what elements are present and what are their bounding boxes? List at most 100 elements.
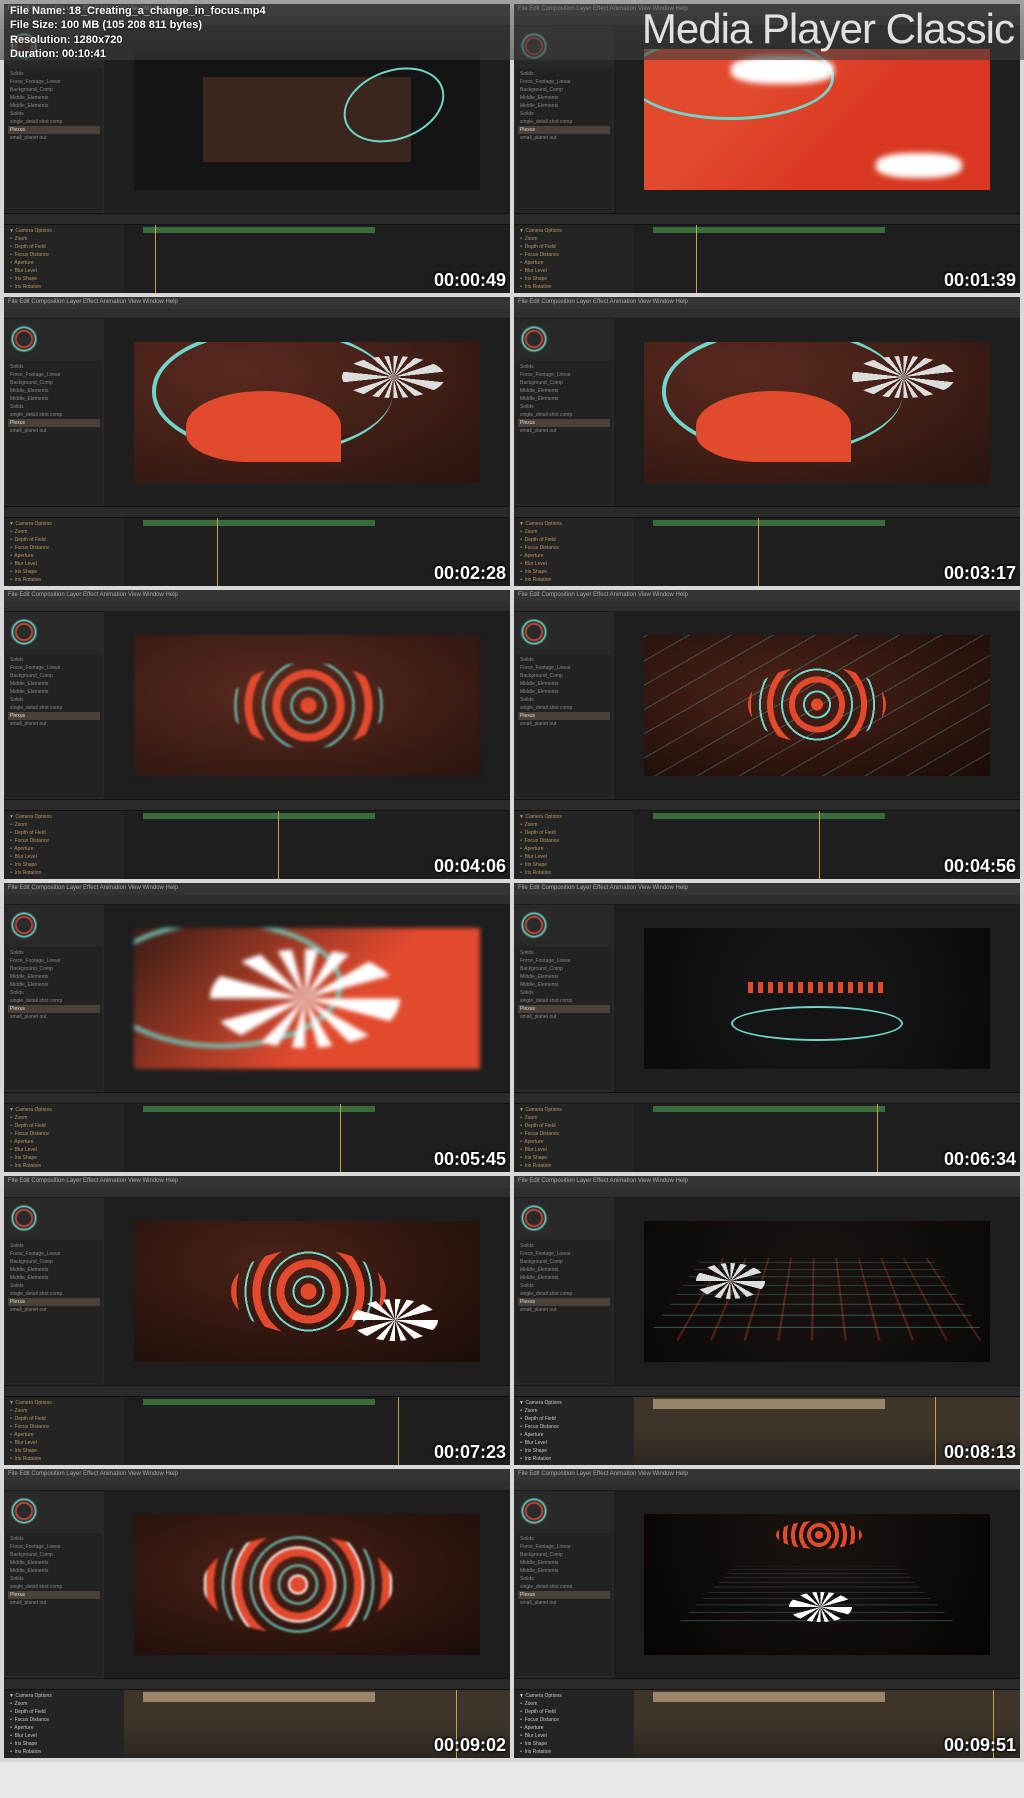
timeline-header[interactable] — [4, 800, 510, 811]
project-panel-item[interactable]: Middle_Elements — [8, 1567, 100, 1575]
project-panel-item[interactable]: single_detail shot comp — [518, 1583, 610, 1591]
project-panel-item[interactable]: single_detail shot comp — [8, 997, 100, 1005]
ae-menubar[interactable]: File Edit Composition Layer Effect Anima… — [514, 1176, 1020, 1188]
project-panel-item[interactable]: Solids — [518, 1535, 610, 1543]
timeline-property-row[interactable]: ⚬ Iris Shape — [6, 275, 122, 283]
timeline-property-row[interactable]: ⚬ Iris Shape — [516, 568, 632, 576]
video-thumbnail[interactable]: File Edit Composition Layer Effect Anima… — [514, 1469, 1020, 1758]
timeline-property-row[interactable]: ⚬ Blur Level — [6, 560, 122, 568]
timeline-layer-list[interactable]: ▼ Camera Options ⚬ Zoom ⚬ Depth of Field… — [4, 1397, 124, 1465]
project-panel-item[interactable]: Solids — [518, 110, 610, 118]
timeline-property-row[interactable]: ⚬ Blur Level — [516, 853, 632, 861]
video-thumbnail[interactable]: File Edit Composition Layer Effect Anima… — [514, 883, 1020, 1172]
timeline-property-row[interactable]: ▼ Camera Options — [516, 1106, 632, 1114]
project-panel-item[interactable]: Middle_Elements — [518, 94, 610, 102]
timeline-property-row[interactable]: ▼ Camera Options — [516, 1692, 632, 1700]
project-panel-item[interactable]: Plexus — [518, 126, 610, 134]
timeline-playhead[interactable] — [155, 225, 156, 293]
timeline-property-row[interactable]: ⚬ Zoom — [516, 235, 632, 243]
ae-toolbar[interactable] — [4, 895, 510, 905]
timeline-property-row[interactable]: ⚬ Zoom — [6, 1700, 122, 1708]
project-panel-item[interactable]: Solids — [8, 1282, 100, 1290]
project-panel-item[interactable]: small_planet out — [8, 1599, 100, 1607]
project-panel-item[interactable]: small_planet out — [8, 1013, 100, 1021]
timeline-property-row[interactable]: ⚬ Zoom — [6, 1407, 122, 1415]
timeline-layer-list[interactable]: ▼ Camera Options ⚬ Zoom ⚬ Depth of Field… — [514, 1690, 634, 1758]
project-panel-item[interactable]: Solids — [518, 363, 610, 371]
timeline-property-row[interactable]: ⚬ Iris Shape — [516, 861, 632, 869]
timeline-layer-bar[interactable] — [143, 1399, 375, 1405]
project-panel-item[interactable]: single_detail shot comp — [8, 1290, 100, 1298]
timeline-property-row[interactable]: ▼ Camera Options — [6, 813, 122, 821]
ae-project-panel[interactable]: SolidsForce_Footage_LinearBackground_Com… — [514, 905, 614, 1092]
ae-toolbar[interactable] — [514, 1188, 1020, 1198]
project-panel-item[interactable]: Plexus — [518, 419, 610, 427]
project-panel-item[interactable]: Force_Footage_Linear — [518, 664, 610, 672]
project-panel-item[interactable]: Solids — [518, 696, 610, 704]
project-panel-item[interactable]: single_detail shot comp — [518, 118, 610, 126]
timeline-property-row[interactable]: ⚬ Iris Shape — [516, 275, 632, 283]
ae-menubar[interactable]: File Edit Composition Layer Effect Anima… — [514, 297, 1020, 309]
timeline-property-row[interactable]: ⚬ Depth of Field — [6, 1122, 122, 1130]
timeline-property-row[interactable]: ⚬ Iris Rotation — [6, 283, 122, 291]
project-item-list[interactable]: SolidsForce_Footage_LinearBackground_Com… — [516, 1533, 612, 1676]
ae-composition-viewport[interactable] — [614, 1198, 1020, 1385]
project-panel-item[interactable]: Middle_Elements — [518, 688, 610, 696]
timeline-property-row[interactable]: ⚬ Depth of Field — [516, 1415, 632, 1423]
project-panel-item[interactable]: Solids — [8, 989, 100, 997]
ae-toolbar[interactable] — [514, 602, 1020, 612]
project-panel-item[interactable]: Plexus — [518, 1591, 610, 1599]
timeline-playhead[interactable] — [340, 1104, 341, 1172]
timeline-header[interactable] — [4, 507, 510, 518]
project-panel-item[interactable]: small_planet out — [518, 427, 610, 435]
timeline-layer-bar[interactable] — [653, 1692, 885, 1702]
project-panel-item[interactable]: Middle_Elements — [518, 1567, 610, 1575]
project-panel-item[interactable]: single_detail shot comp — [518, 997, 610, 1005]
timeline-layer-bar[interactable] — [143, 813, 375, 819]
timeline-property-row[interactable]: ⚬ Iris Rotation — [6, 576, 122, 584]
timeline-property-row[interactable]: ⚬ Blur Level — [516, 267, 632, 275]
project-item-list[interactable]: SolidsForce_Footage_LinearBackground_Com… — [516, 947, 612, 1090]
video-thumbnail[interactable]: File Edit Composition Layer Effect Anima… — [514, 590, 1020, 879]
project-panel-item[interactable]: Background_Comp — [518, 379, 610, 387]
timeline-property-row[interactable]: ⚬ Iris Rotation — [6, 1455, 122, 1463]
project-panel-item[interactable]: Solids — [518, 1242, 610, 1250]
timeline-layer-list[interactable]: ▼ Camera Options ⚬ Zoom ⚬ Depth of Field… — [4, 225, 124, 293]
timeline-property-row[interactable]: ⚬ Depth of Field — [516, 1708, 632, 1716]
ae-toolbar[interactable] — [4, 1481, 510, 1491]
timeline-property-row[interactable]: ⚬ Focus Distance — [516, 837, 632, 845]
ae-composition-viewport[interactable] — [104, 905, 510, 1092]
project-panel-item[interactable]: small_planet out — [8, 1306, 100, 1314]
ae-composition-viewport[interactable] — [614, 1491, 1020, 1678]
project-panel-item[interactable]: Plexus — [8, 419, 100, 427]
ae-project-panel[interactable]: SolidsForce_Footage_LinearBackground_Com… — [4, 319, 104, 506]
video-thumbnail[interactable]: File Edit Composition Layer Effect Anima… — [4, 1469, 510, 1758]
ae-toolbar[interactable] — [514, 1481, 1020, 1491]
project-panel-item[interactable]: Plexus — [8, 126, 100, 134]
timeline-property-row[interactable]: ⚬ Zoom — [516, 528, 632, 536]
timeline-property-row[interactable]: ⚬ Zoom — [516, 1114, 632, 1122]
timeline-property-row[interactable]: ⚬ Zoom — [516, 1407, 632, 1415]
project-panel-item[interactable]: Solids — [8, 70, 100, 78]
ae-composition-viewport[interactable] — [614, 905, 1020, 1092]
timeline-property-row[interactable]: ⚬ Iris Shape — [516, 1447, 632, 1455]
timeline-property-row[interactable]: ⚬ Aperture — [6, 552, 122, 560]
timeline-property-row[interactable]: ⚬ Zoom — [6, 528, 122, 536]
timeline-property-row[interactable]: ⚬ Focus Distance — [516, 1423, 632, 1431]
ae-toolbar[interactable] — [4, 1188, 510, 1198]
timeline-property-row[interactable]: ⚬ Iris Rotation — [6, 869, 122, 877]
project-panel-item[interactable]: Middle_Elements — [8, 680, 100, 688]
timeline-playhead[interactable] — [758, 518, 759, 586]
timeline-property-row[interactable]: ▼ Camera Options — [6, 1692, 122, 1700]
project-panel-item[interactable]: single_detail shot comp — [8, 1583, 100, 1591]
timeline-property-row[interactable]: ⚬ Depth of Field — [6, 536, 122, 544]
timeline-property-row[interactable]: ⚬ Zoom — [516, 821, 632, 829]
timeline-layer-list[interactable]: ▼ Camera Options ⚬ Zoom ⚬ Depth of Field… — [514, 225, 634, 293]
timeline-layer-list[interactable]: ▼ Camera Options ⚬ Zoom ⚬ Depth of Field… — [4, 811, 124, 879]
project-panel-item[interactable]: Force_Footage_Linear — [8, 1250, 100, 1258]
project-panel-item[interactable]: small_planet out — [518, 720, 610, 728]
project-panel-item[interactable]: Middle_Elements — [518, 973, 610, 981]
ae-toolbar[interactable] — [4, 309, 510, 319]
timeline-property-row[interactable]: ▼ Camera Options — [6, 1399, 122, 1407]
timeline-property-row[interactable]: ▼ Camera Options — [6, 520, 122, 528]
